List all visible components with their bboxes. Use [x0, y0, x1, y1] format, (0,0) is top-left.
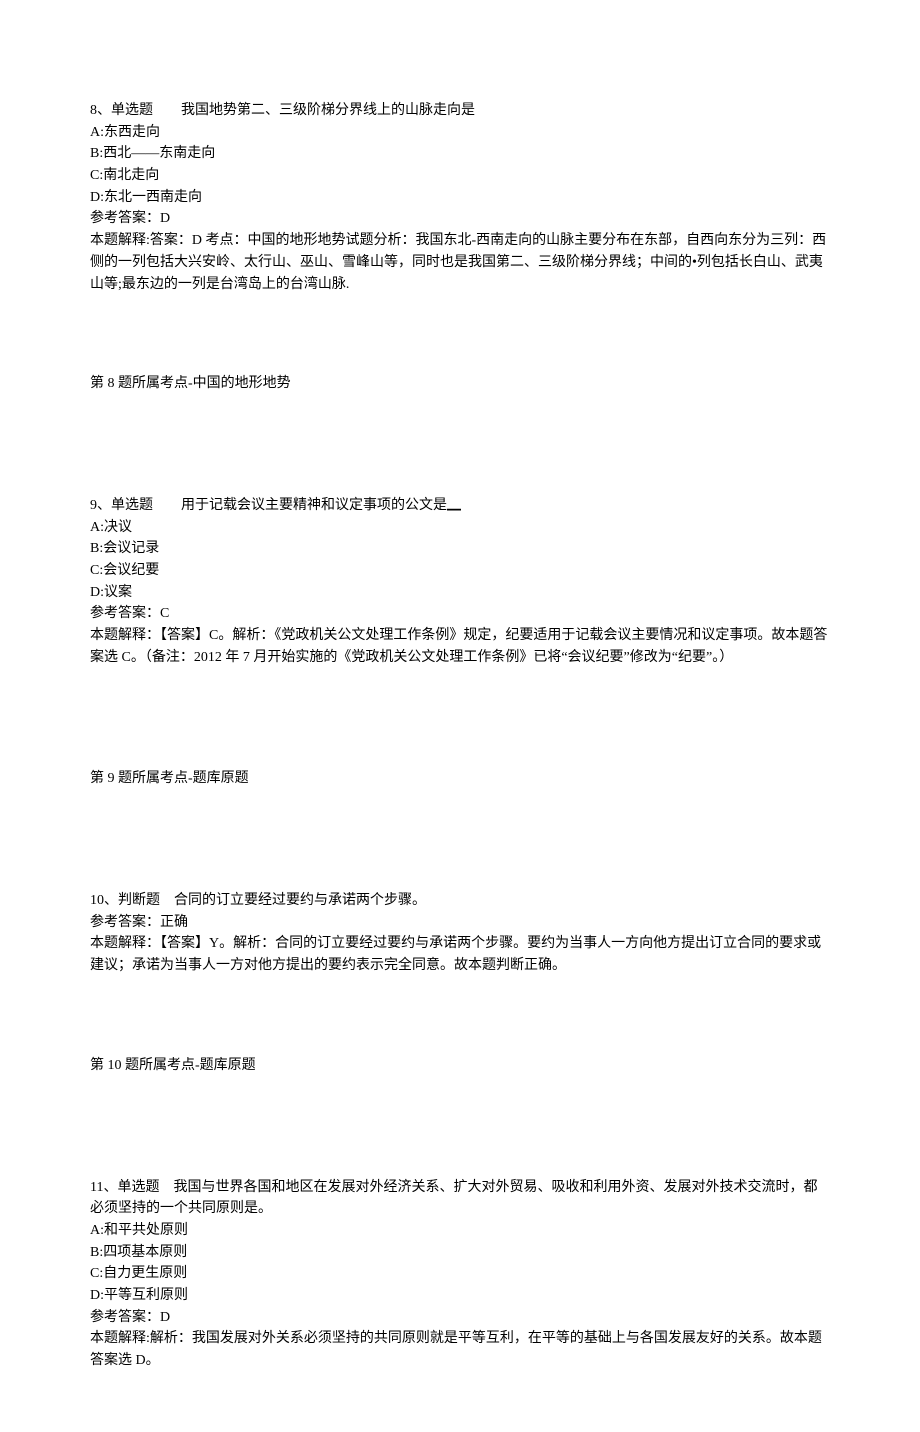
question-9-block: 9、单选题 用于记载会议主要精神和议定事项的公文是▁ A:决议 B:会议记录 C:… — [90, 495, 830, 669]
spacer — [90, 395, 830, 495]
question-9-explanation: 本题解释：【答案】C。解析：《党政机关公文处理工作条例》规定，纪要适用于记载会议… — [90, 625, 830, 668]
question-8-number: 8、单选题 — [90, 103, 153, 118]
question-8-header: 8、单选题 我国地势第二、三级阶梯分界线上的山脉走向是 — [90, 100, 830, 122]
question-8-option-b: B:西北——东南走向 — [90, 143, 830, 165]
spacer — [90, 790, 830, 890]
question-8-reference: 第 8 题所属考点-中国的地形地势 — [90, 373, 830, 395]
question-9-answer: 参考答案：C — [90, 603, 830, 625]
question-11-text: 我国与世界各国和地区在发展对外经济关系、扩大对外贸易、吸收和利用外资、发展对外技… — [90, 1180, 817, 1217]
question-11-block: 11、单选题 我国与世界各国和地区在发展对外经济关系、扩大对外贸易、吸收和利用外… — [90, 1177, 830, 1372]
question-11-number: 11、单选题 — [90, 1180, 159, 1195]
question-8-answer: 参考答案：D — [90, 208, 830, 230]
question-11-option-a: A:和平共处原则 — [90, 1220, 830, 1242]
question-9-reference: 第 9 题所属考点-题库原题 — [90, 768, 830, 790]
question-9-number: 9、单选题 — [90, 498, 153, 513]
question-11-option-d: D:平等互利原则 — [90, 1285, 830, 1307]
question-9-text: 用于记载会议主要精神和议定事项的公文是▁ — [181, 498, 461, 513]
question-11-header: 11、单选题 我国与世界各国和地区在发展对外经济关系、扩大对外贸易、吸收和利用外… — [90, 1177, 830, 1220]
spacer — [90, 668, 830, 768]
question-11-explanation: 本题解释:解析：我国发展对外关系必须坚持的共同原则就是平等互利，在平等的基础上与… — [90, 1328, 830, 1371]
question-9-option-a: A:决议 — [90, 517, 830, 539]
question-8-text: 我国地势第二、三级阶梯分界线上的山脉走向是 — [181, 103, 475, 118]
document-page: 8、单选题 我国地势第二、三级阶梯分界线上的山脉走向是 A:东西走向 B:西北——… — [0, 0, 920, 1432]
question-11-option-c: C:自力更生原则 — [90, 1263, 830, 1285]
spacer — [90, 1077, 830, 1177]
question-9-option-d: D:议案 — [90, 582, 830, 604]
question-8-block: 8、单选题 我国地势第二、三级阶梯分界线上的山脉走向是 A:东西走向 B:西北——… — [90, 100, 830, 295]
question-10-text: 合同的订立要经过要约与承诺两个步骤。 — [174, 893, 426, 908]
question-10-explanation: 本题解释：【答案】Y。解析：合同的订立要经过要约与承诺两个步骤。要约为当事人一方… — [90, 933, 830, 976]
question-8-option-d: D:东北一西南走向 — [90, 187, 830, 209]
question-9-header: 9、单选题 用于记载会议主要精神和议定事项的公文是▁ — [90, 495, 830, 517]
question-11-answer: 参考答案：D — [90, 1307, 830, 1329]
spacer — [90, 295, 830, 373]
spacer — [90, 977, 830, 1055]
question-10-header: 10、判断题 合同的订立要经过要约与承诺两个步骤。 — [90, 890, 830, 912]
question-10-block: 10、判断题 合同的订立要经过要约与承诺两个步骤。 参考答案：正确 本题解释：【… — [90, 890, 830, 977]
question-9-option-b: B:会议记录 — [90, 538, 830, 560]
question-9-option-c: C:会议纪要 — [90, 560, 830, 582]
question-8-explanation: 本题解释:答案：D 考点：中国的地形地势试题分析：我国东北-西南走向的山脉主要分… — [90, 230, 830, 295]
question-10-answer: 参考答案：正确 — [90, 912, 830, 934]
question-11-option-b: B:四项基本原则 — [90, 1242, 830, 1264]
question-8-option-c: C:南北走向 — [90, 165, 830, 187]
question-10-number: 10、判断题 — [90, 893, 160, 908]
question-8-option-a: A:东西走向 — [90, 122, 830, 144]
question-10-reference: 第 10 题所属考点-题库原题 — [90, 1055, 830, 1077]
